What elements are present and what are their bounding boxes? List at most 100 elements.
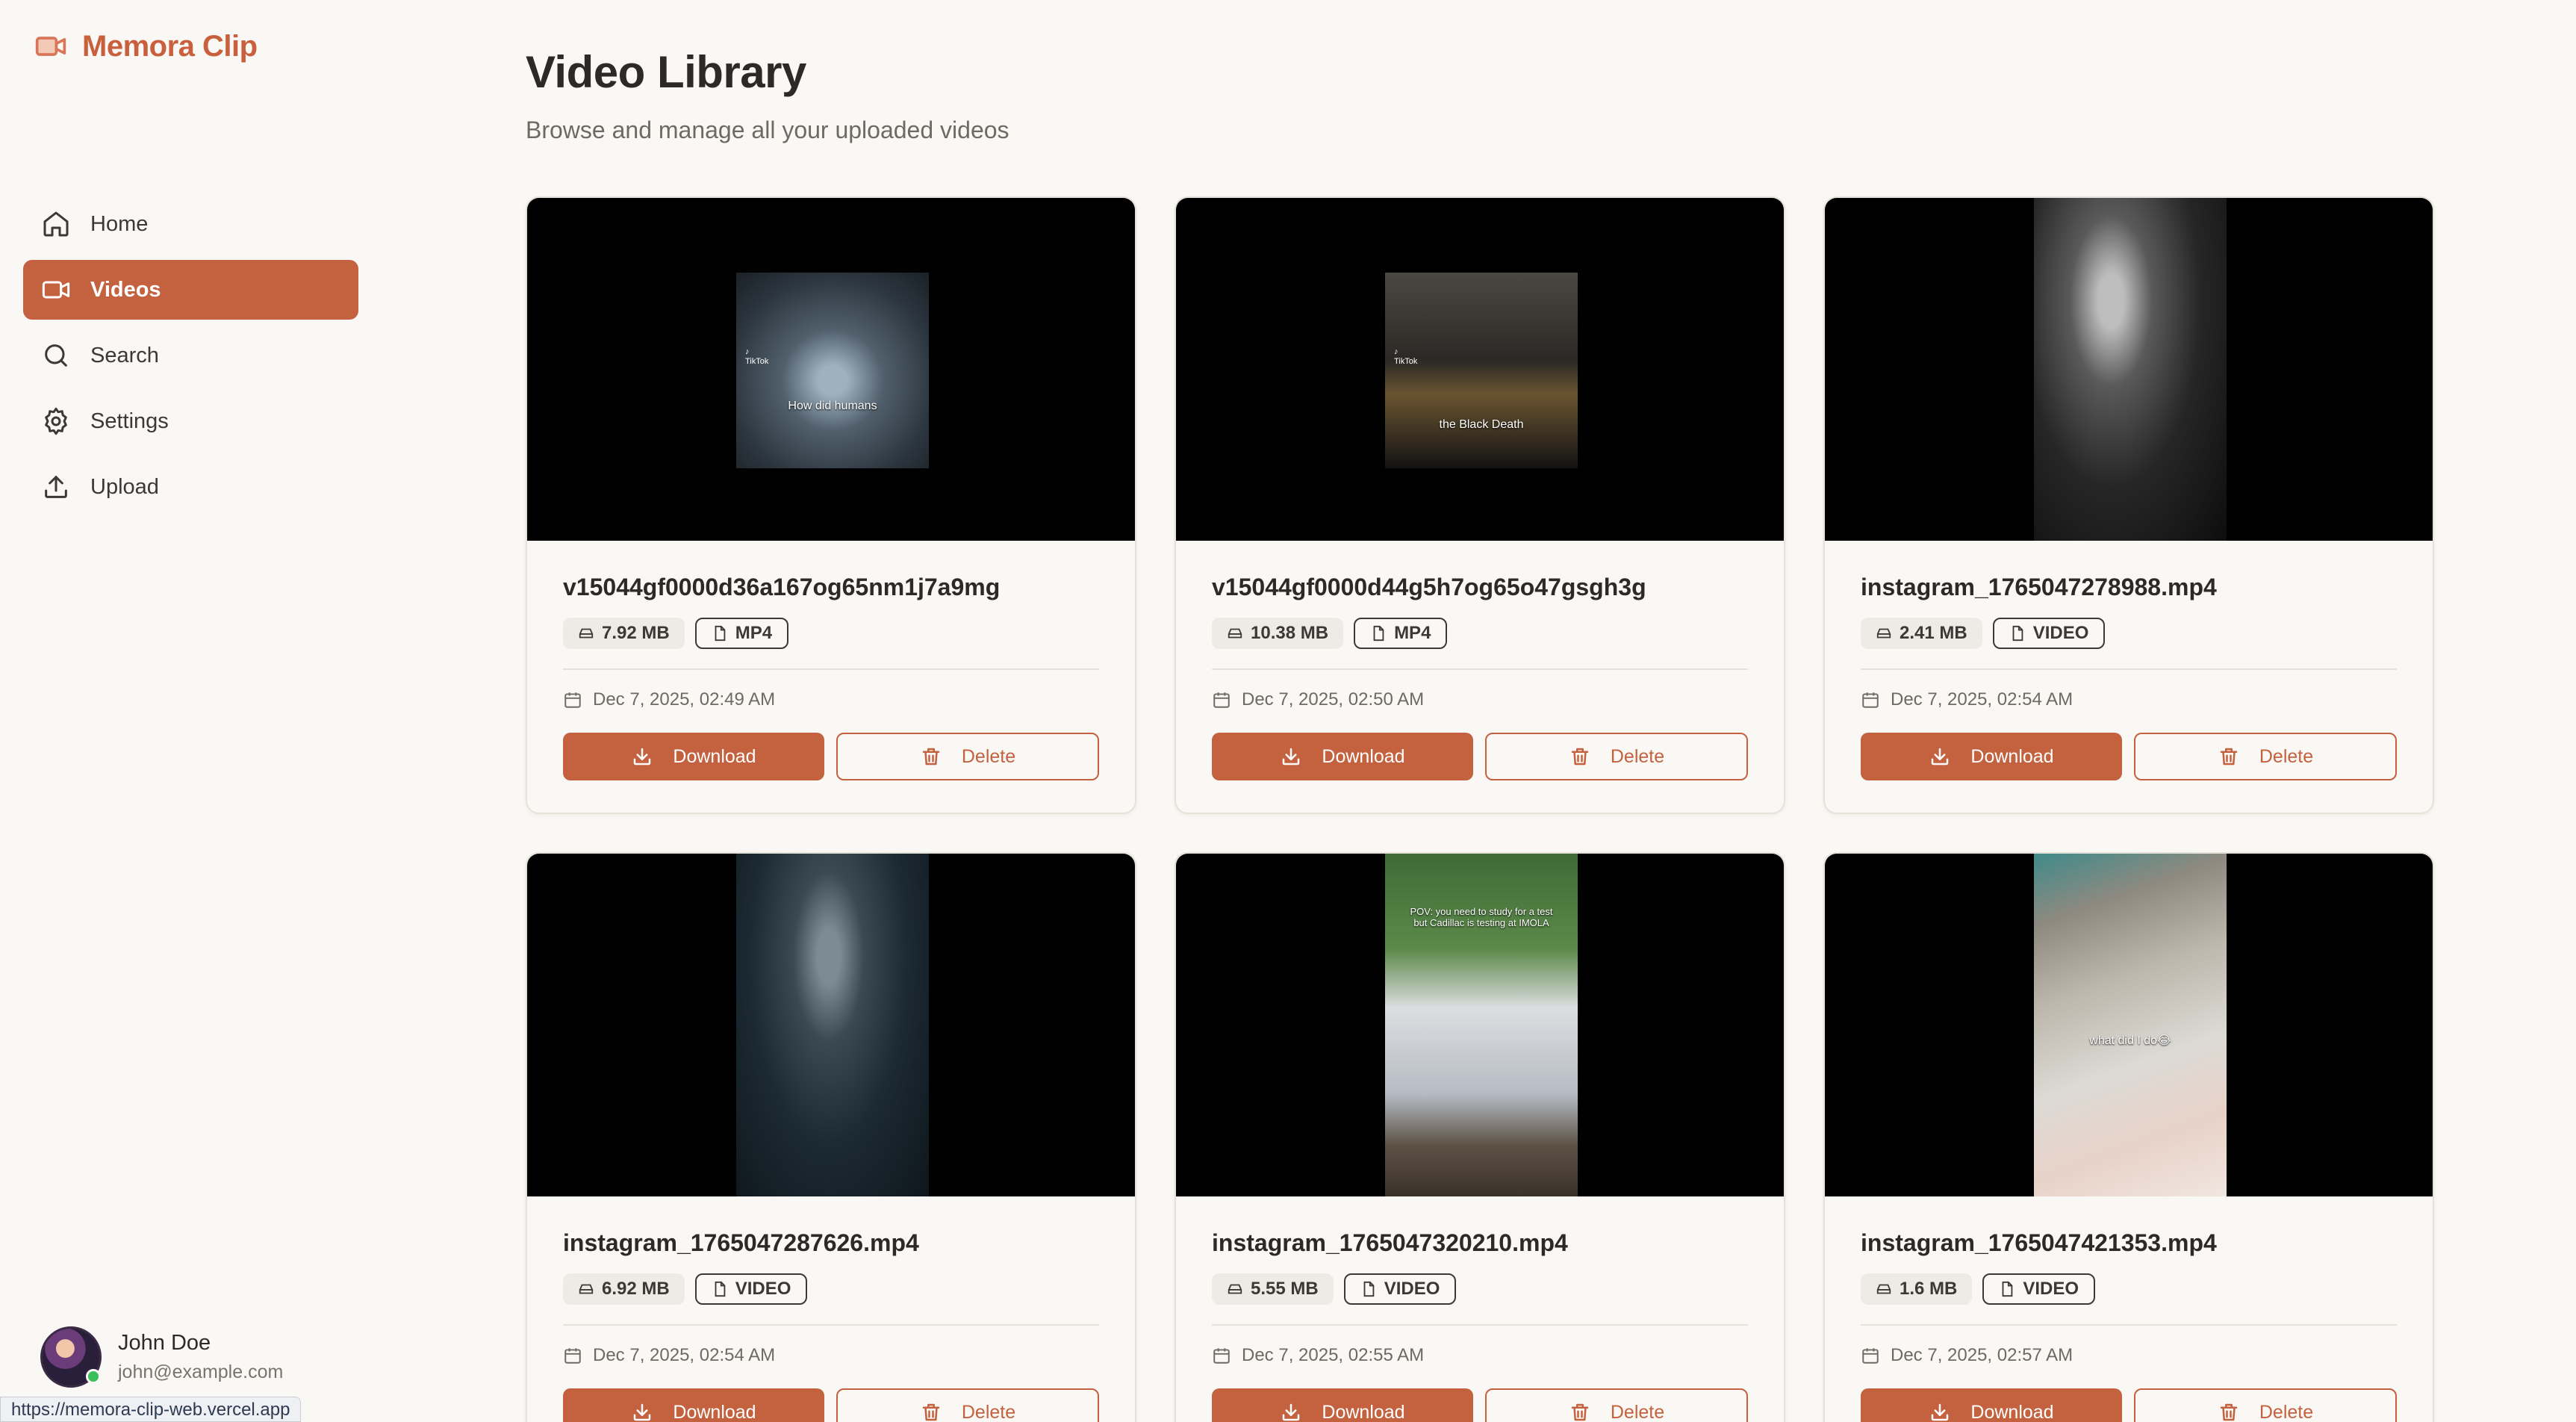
thumbnail-caption: POV: you need to study for a test but Ca… bbox=[1410, 906, 1553, 928]
user-email: john@example.com bbox=[118, 1362, 284, 1382]
download-button[interactable]: Download bbox=[1861, 1388, 2122, 1422]
sidebar-item-search[interactable]: Search bbox=[23, 326, 358, 385]
file-size-text: 7.92 MB bbox=[602, 623, 670, 643]
thumbnail-frame: ♪ TikTok How did humans bbox=[736, 273, 929, 468]
video-card[interactable]: ♪ TikTok How did humans v15044gf0000d36a1… bbox=[526, 196, 1136, 814]
calendar-icon bbox=[1213, 1348, 1230, 1364]
delete-label: Delete bbox=[2259, 1401, 2314, 1422]
sidebar: Memora Clip Home Videos Search Settings … bbox=[0, 0, 381, 1422]
delete-label: Delete bbox=[2259, 745, 2314, 767]
download-label: Download bbox=[1970, 745, 2054, 767]
page-subtitle: Browse and manage all your uploaded vide… bbox=[526, 117, 1009, 143]
sidebar-item-upload[interactable]: Upload bbox=[23, 457, 358, 517]
delete-button[interactable]: Delete bbox=[836, 733, 1099, 780]
avatar bbox=[40, 1326, 102, 1388]
trash-icon bbox=[922, 748, 940, 766]
app-root: Memora Clip Home Videos Search Settings … bbox=[0, 0, 2576, 1422]
format-text: MP4 bbox=[1394, 623, 1431, 643]
thumbnail-caption: How did humans bbox=[788, 400, 877, 412]
download-label: Download bbox=[673, 1401, 756, 1422]
video-card[interactable]: what did I do😂 instagram_1765047421353.m… bbox=[1823, 852, 2434, 1422]
thumbnail-frame bbox=[736, 854, 929, 1196]
video-thumbnail[interactable]: ♪ TikTok How did humans bbox=[527, 198, 1135, 541]
video-card[interactable]: ♪ TikTok the Black Death v15044gf0000d44g… bbox=[1175, 196, 1785, 814]
format-text: VIDEO bbox=[1384, 1279, 1440, 1299]
online-status-dot bbox=[86, 1369, 101, 1384]
search-icon bbox=[45, 344, 67, 367]
video-card[interactable]: instagram_1765047278988.mp4 2.41 MB VIDE… bbox=[1823, 196, 2434, 814]
video-thumbnail[interactable]: what did I do😂 bbox=[1825, 854, 2433, 1196]
gear-icon bbox=[45, 407, 67, 435]
download-button[interactable]: Download bbox=[563, 733, 824, 780]
trash-icon bbox=[922, 1403, 940, 1421]
upload-date-text: Dec 7, 2025, 02:55 AM bbox=[1242, 1345, 1425, 1365]
video-title: instagram_1765047278988.mp4 bbox=[1861, 574, 2217, 600]
upload-date: Dec 7, 2025, 02:54 AM bbox=[563, 1345, 1099, 1366]
delete-button[interactable]: Delete bbox=[1485, 733, 1748, 780]
divider bbox=[1861, 668, 2397, 670]
video-thumbnail[interactable]: POV: you need to study for a test but Ca… bbox=[1176, 854, 1784, 1196]
calendar-icon bbox=[1862, 692, 1879, 708]
file-size-text: 10.38 MB bbox=[1251, 623, 1329, 643]
thumbnail-frame: what did I do😂 bbox=[2034, 854, 2227, 1196]
file-icon bbox=[715, 625, 726, 642]
delete-button[interactable]: Delete bbox=[2134, 1388, 2397, 1422]
download-label: Download bbox=[1322, 1401, 1405, 1422]
divider bbox=[563, 1324, 1099, 1326]
download-label: Download bbox=[1970, 1401, 2054, 1422]
sidebar-item-videos[interactable]: Videos bbox=[23, 260, 358, 320]
download-button[interactable]: Download bbox=[563, 1388, 824, 1422]
sidebar-item-label: Home bbox=[90, 211, 149, 236]
download-icon bbox=[634, 1403, 651, 1421]
thumbnail-frame bbox=[2034, 198, 2227, 541]
video-title: instagram_1765047320210.mp4 bbox=[1212, 1229, 1568, 1256]
sidebar-item-label: Videos bbox=[90, 277, 161, 302]
video-thumbnail[interactable]: ♪ TikTok the Black Death bbox=[1176, 198, 1784, 541]
delete-button[interactable]: Delete bbox=[1485, 1388, 1748, 1422]
video-thumbnail[interactable] bbox=[527, 854, 1135, 1196]
video-icon bbox=[42, 281, 70, 299]
upload-date: Dec 7, 2025, 02:49 AM bbox=[563, 689, 1099, 710]
download-label: Download bbox=[1322, 745, 1405, 767]
video-grid: ♪ TikTok How did humans v15044gf0000d36a1… bbox=[526, 196, 2434, 1422]
trash-icon bbox=[1571, 748, 1589, 766]
delete-label: Delete bbox=[961, 745, 1016, 767]
video-card[interactable]: instagram_1765047287626.mp4 6.92 MB VIDE… bbox=[526, 852, 1136, 1422]
file-size-badge: 5.55 MB bbox=[1212, 1273, 1334, 1305]
file-size-badge: 7.92 MB bbox=[563, 618, 685, 649]
sidebar-item-settings[interactable]: Settings bbox=[23, 391, 358, 451]
user-profile[interactable]: John Doe john@example.com bbox=[40, 1326, 283, 1388]
file-size-badge: 6.92 MB bbox=[563, 1273, 685, 1305]
video-card[interactable]: POV: you need to study for a test but Ca… bbox=[1175, 852, 1785, 1422]
app-name: Memora Clip bbox=[82, 29, 258, 63]
download-button[interactable]: Download bbox=[1212, 1388, 1473, 1422]
upload-date-text: Dec 7, 2025, 02:50 AM bbox=[1242, 689, 1425, 710]
delete-button[interactable]: Delete bbox=[836, 1388, 1099, 1422]
file-icon bbox=[2012, 625, 2023, 642]
thumbnail-frame: POV: you need to study for a test but Ca… bbox=[1385, 854, 1578, 1196]
video-title: v15044gf0000d36a167og65nm1j7a9mg bbox=[563, 574, 1001, 600]
video-thumbnail[interactable] bbox=[1825, 198, 2433, 541]
format-text: VIDEO bbox=[735, 1279, 791, 1299]
download-icon bbox=[634, 748, 651, 766]
divider bbox=[1212, 668, 1748, 670]
upload-date-text: Dec 7, 2025, 02:57 AM bbox=[1891, 1345, 2073, 1365]
user-name: John Doe bbox=[118, 1331, 211, 1355]
format-badge: VIDEO bbox=[1343, 1273, 1457, 1305]
format-badge: MP4 bbox=[694, 618, 789, 649]
download-button[interactable]: Download bbox=[1861, 733, 2122, 780]
format-badge: VIDEO bbox=[694, 1273, 808, 1305]
file-icon bbox=[715, 1281, 726, 1297]
sidebar-item-home[interactable]: Home bbox=[23, 194, 358, 254]
delete-button[interactable]: Delete bbox=[2134, 733, 2397, 780]
tiktok-logo-icon: ♪ TikTok bbox=[1394, 347, 1418, 366]
download-button[interactable]: Download bbox=[1212, 733, 1473, 780]
calendar-icon bbox=[1862, 1348, 1879, 1364]
video-camera-icon bbox=[33, 28, 69, 64]
file-size-badge: 10.38 MB bbox=[1212, 618, 1344, 649]
hard-drive-icon bbox=[1228, 628, 1242, 639]
app-logo[interactable]: Memora Clip bbox=[33, 25, 258, 67]
sidebar-item-label: Upload bbox=[90, 474, 159, 499]
sidebar-nav: Home Videos Search Settings Upload bbox=[23, 194, 358, 523]
file-size-text: 2.41 MB bbox=[1900, 623, 1967, 643]
